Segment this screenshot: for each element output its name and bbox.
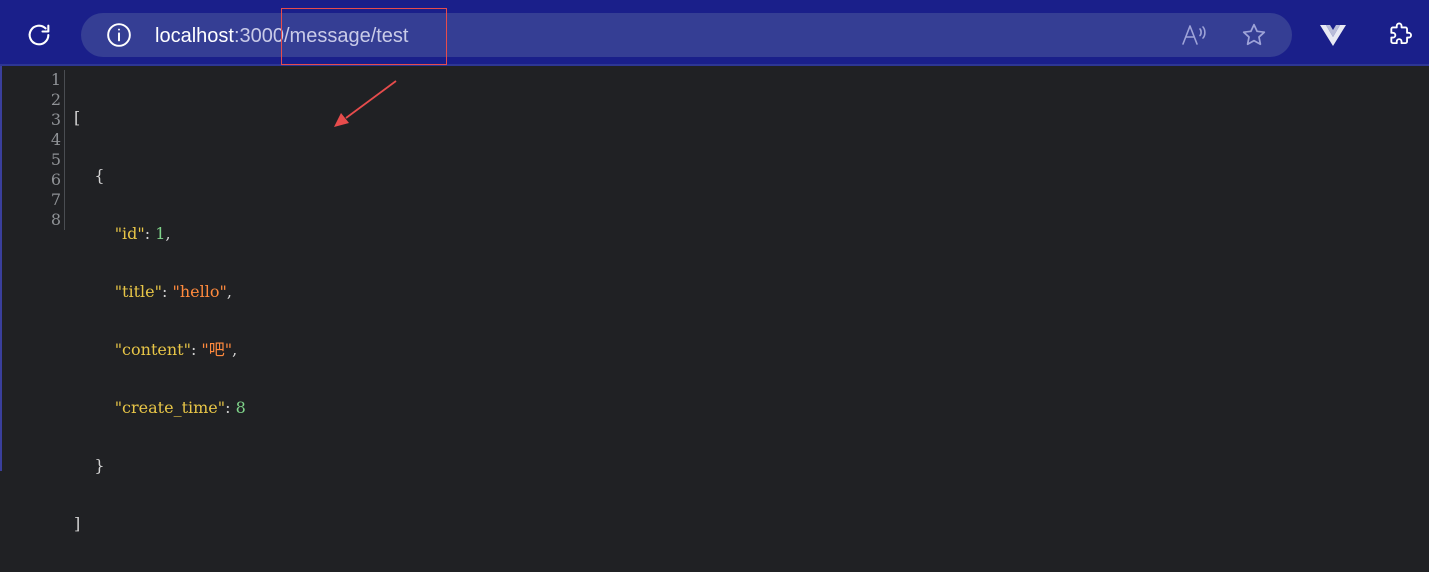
code-line-7: } (74, 456, 246, 476)
json-value-content: "吧" (201, 340, 233, 359)
code-line-3: "id": 1, (74, 224, 246, 244)
vue-devtools-icon[interactable] (1318, 22, 1348, 48)
line-number: 6 (50, 170, 61, 189)
line-number: 4 (50, 130, 61, 149)
close-brace: } (94, 456, 105, 475)
json-code: [ { "id": 1, "title": "hello", "content"… (74, 70, 246, 572)
json-value-create-time: 8 (235, 398, 246, 417)
json-key-create-time: "create_time" (114, 398, 226, 417)
code-line-6: "create_time": 8 (74, 398, 246, 418)
line-number: 5 (50, 150, 61, 169)
line-number-gutter: 1 2 3 4 5 6 7 8 (2, 70, 65, 230)
favorite-star-icon[interactable] (1240, 21, 1268, 49)
colon: : (225, 398, 236, 417)
json-key-id: "id" (114, 224, 145, 243)
colon: : (161, 282, 173, 301)
read-aloud-icon[interactable] (1181, 22, 1209, 48)
code-line-2: { (74, 166, 246, 186)
browser-toolbar: localhost:3000/message/test (0, 0, 1429, 66)
highlight-box (281, 8, 447, 65)
json-key-content: "content" (114, 340, 191, 359)
colon: : (144, 224, 156, 243)
code-line-5: "content": "吧", (74, 340, 246, 360)
line-number: 8 (50, 210, 61, 229)
code-line-8: ] (74, 514, 246, 534)
code-line-4: "title": "hello", (74, 282, 246, 302)
json-value-id: 1 (155, 224, 166, 243)
close-bracket: ] (74, 514, 81, 533)
line-number: 3 (50, 110, 61, 129)
info-icon[interactable] (106, 22, 132, 48)
url-host: localhost (155, 25, 234, 47)
extensions-puzzle-icon[interactable] (1385, 20, 1415, 50)
reload-icon[interactable] (24, 20, 54, 50)
comma: , (226, 282, 232, 301)
open-brace: { (94, 166, 105, 185)
comma: , (232, 340, 238, 359)
code-line-1: [ (74, 108, 246, 128)
line-number: 2 (50, 90, 61, 109)
open-bracket: [ (74, 108, 81, 127)
line-number: 7 (50, 190, 61, 209)
comma: , (165, 224, 171, 243)
json-key-title: "title" (114, 282, 162, 301)
line-number: 1 (50, 70, 61, 89)
json-value-title: "hello" (172, 282, 227, 301)
json-viewer: 1 2 3 4 5 6 7 8 [ { "id": 1, "title": "h… (0, 66, 1429, 533)
colon: : (190, 340, 202, 359)
